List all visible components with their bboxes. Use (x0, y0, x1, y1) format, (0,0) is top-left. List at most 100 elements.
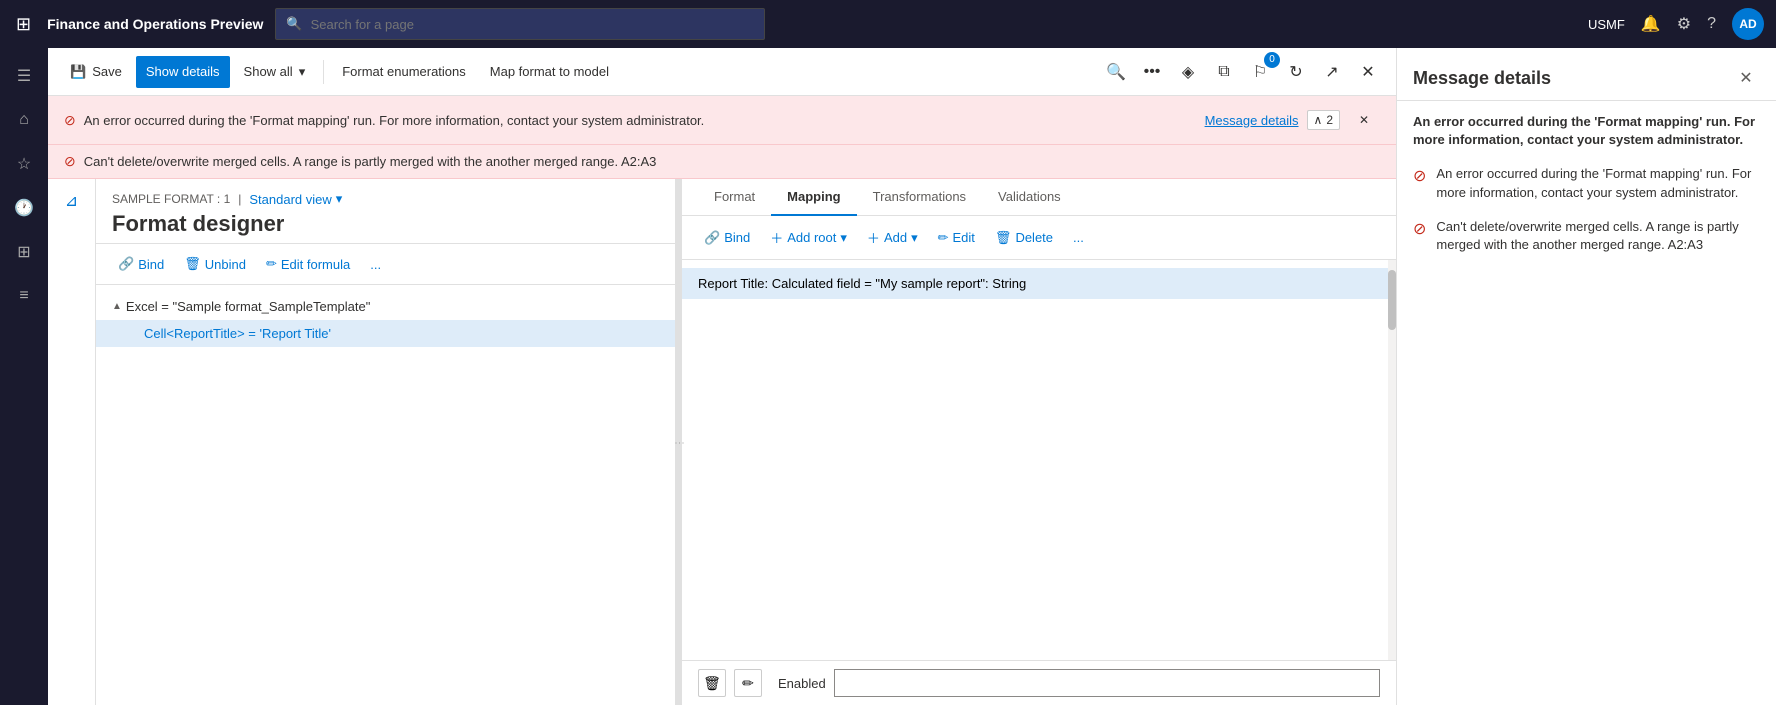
format-enumerations-button[interactable]: Format enumerations (332, 56, 476, 88)
map-format-to-model-button[interactable]: Map format to model (480, 56, 619, 88)
tree-root-label: Excel = "Sample format_SampleTemplate" (126, 299, 370, 314)
sample-label: SAMPLE FORMAT : 1 (112, 192, 230, 206)
mapping-item-label: Report Title: Calculated field = "My sam… (698, 276, 1026, 291)
message-details-link[interactable]: Message details (1205, 113, 1299, 128)
help-icon[interactable]: ? (1707, 15, 1716, 33)
message-item-text-2: Can't delete/overwrite merged cells. A r… (1436, 218, 1760, 254)
message-item-text-1: An error occurred during the 'Format map… (1436, 165, 1760, 201)
message-error-icon-2: ⊘ (1413, 219, 1426, 239)
mapping-scrollbar[interactable] (1388, 260, 1396, 660)
search-icon: 🔍 (286, 16, 302, 32)
enabled-label: Enabled (778, 676, 826, 691)
message-panel: Message details ✕ An error occurred duri… (1396, 48, 1776, 705)
error-banner-2: ⊘ Can't delete/overwrite merged cells. A… (48, 145, 1396, 179)
badge-button[interactable]: ⚐ 0 (1244, 56, 1276, 88)
link-icon: 🔗 (118, 256, 134, 272)
mapping-item-1[interactable]: Report Title: Calculated field = "My sam… (682, 268, 1396, 299)
add-root-button[interactable]: ＋ Add root ▾ (764, 224, 853, 251)
delete-control-button[interactable]: 🗑 (698, 669, 726, 697)
search-input[interactable] (311, 17, 755, 32)
save-button[interactable]: 💾 Save (60, 56, 132, 88)
top-navigation: ⊞ Finance and Operations Preview 🔍 USMF … (0, 0, 1776, 48)
message-panel-title: Message details (1413, 68, 1551, 89)
notification-badge: 0 (1264, 52, 1280, 68)
sidebar-item-workspaces[interactable]: ⊞ (4, 232, 44, 272)
add-root-chevron: ▾ (840, 230, 847, 246)
unbind-button[interactable]: 🗑 Unbind (178, 252, 252, 276)
toolbar-divider-1 (323, 60, 324, 84)
search-toolbar-icon[interactable]: 🔍 (1100, 56, 1132, 88)
show-details-button[interactable]: Show details (136, 56, 230, 88)
sidebar-item-modules[interactable]: ≡ (4, 276, 44, 316)
grid-menu-icon[interactable]: ⊞ (12, 10, 35, 39)
top-nav-right: USMF 🔔 ⚙ ? AD (1588, 8, 1764, 40)
add-root-icon: ＋ (770, 228, 783, 247)
filter-icon[interactable]: ⊿ (65, 191, 78, 211)
pencil-icon: ✏ (266, 256, 277, 272)
mapping-tabs: Format Mapping Transformations Validatio… (682, 179, 1396, 216)
sidebar-item-favorites[interactable]: ☆ (4, 144, 44, 184)
bottom-controls: 🗑 ✏ Enabled (682, 660, 1396, 705)
error-count: 2 (1326, 113, 1333, 127)
mapping-panel: Format Mapping Transformations Validatio… (682, 179, 1396, 705)
tab-mapping[interactable]: Mapping (771, 179, 856, 216)
message-error-icon-1: ⊘ (1413, 166, 1426, 186)
format-header-top: SAMPLE FORMAT : 1 | Standard view ▾ (112, 191, 659, 207)
add-chevron: ▾ (911, 230, 918, 246)
app-title: Finance and Operations Preview (47, 16, 263, 32)
view-icon-button[interactable]: ⧉ (1208, 56, 1240, 88)
divider: | (238, 192, 241, 206)
error-text-2: Can't delete/overwrite merged cells. A r… (84, 154, 657, 169)
tree-root-item[interactable]: ▲ Excel = "Sample format_SampleTemplate" (96, 293, 675, 320)
chevron-down-icon: ▾ (336, 191, 343, 207)
error-text-1: An error occurred during the 'Format map… (84, 113, 705, 128)
sidebar-item-menu[interactable]: ☰ (4, 56, 44, 96)
page-title: Format designer (112, 211, 659, 237)
bind-button[interactable]: 🔗 Bind (112, 252, 170, 276)
add-button[interactable]: ＋ Add ▾ (861, 224, 924, 251)
tree-child-item[interactable]: Cell<ReportTitle> = 'Report Title' (96, 320, 675, 347)
edit-button[interactable]: ✏ Edit (932, 226, 981, 250)
tab-format[interactable]: Format (698, 179, 771, 216)
enabled-input[interactable] (834, 669, 1380, 697)
more-options-button[interactable]: ••• (1136, 56, 1168, 88)
message-item-1: ⊘ An error occurred during the 'Format m… (1413, 165, 1760, 201)
error-icon-1: ⊘ (64, 112, 76, 129)
error-icon-2: ⊘ (64, 153, 76, 170)
scrollbar-thumb[interactable] (1388, 270, 1396, 330)
mapping-actions: 🔗 Bind ＋ Add root ▾ ＋ Add ▾ ✏ (682, 216, 1396, 260)
sidebar-item-history[interactable]: 🕐 (4, 188, 44, 228)
avatar[interactable]: AD (1732, 8, 1764, 40)
tab-validations[interactable]: Validations (982, 179, 1077, 216)
external-link-button[interactable]: ↗ (1316, 56, 1348, 88)
close-message-panel-button[interactable]: ✕ (1732, 64, 1760, 92)
mapping-more-button[interactable]: ... (1067, 226, 1090, 249)
tree-child-label: Cell<ReportTitle> = 'Report Title' (144, 326, 331, 341)
chevron-up-icon[interactable]: ∧ (1314, 113, 1323, 127)
sidebar-item-home[interactable]: ⌂ (4, 100, 44, 140)
format-tree-area: SAMPLE FORMAT : 1 | Standard view ▾ Form… (96, 179, 676, 705)
mapping-bind-button[interactable]: 🔗 Bind (698, 226, 756, 250)
search-box[interactable]: 🔍 (275, 8, 765, 40)
notification-icon[interactable]: 🔔 (1641, 14, 1661, 34)
diamond-icon-button[interactable]: ◈ (1172, 56, 1204, 88)
filter-panel: ⊿ (48, 179, 96, 705)
delete-icon: 🗑 (995, 230, 1012, 246)
edit-formula-button[interactable]: ✏ Edit formula (260, 252, 356, 276)
close-toolbar-button[interactable]: ✕ (1352, 56, 1384, 88)
refresh-button[interactable]: ↻ (1280, 56, 1312, 88)
tab-transformations[interactable]: Transformations (857, 179, 982, 216)
show-all-button[interactable]: Show all ▾ (234, 56, 316, 88)
content-area: 💾 Save Show details Show all ▾ Format en… (48, 48, 1396, 705)
standard-view-dropdown[interactable]: Standard view ▾ (249, 191, 342, 207)
close-error-button[interactable]: ✕ (1348, 104, 1380, 136)
delete-button[interactable]: 🗑 Delete (989, 226, 1059, 250)
error-counter: ∧ 2 (1307, 110, 1340, 130)
edit-icon: ✏ (938, 230, 949, 246)
unbind-icon: 🗑 (184, 256, 201, 272)
message-summary: An error occurred during the 'Format map… (1413, 113, 1760, 149)
edit-control-button[interactable]: ✏ (734, 669, 762, 697)
settings-icon[interactable]: ⚙ (1677, 14, 1691, 34)
format-more-button[interactable]: ... (364, 253, 387, 276)
format-actions: 🔗 Bind 🗑 Unbind ✏ Edit formula ... (96, 244, 675, 285)
